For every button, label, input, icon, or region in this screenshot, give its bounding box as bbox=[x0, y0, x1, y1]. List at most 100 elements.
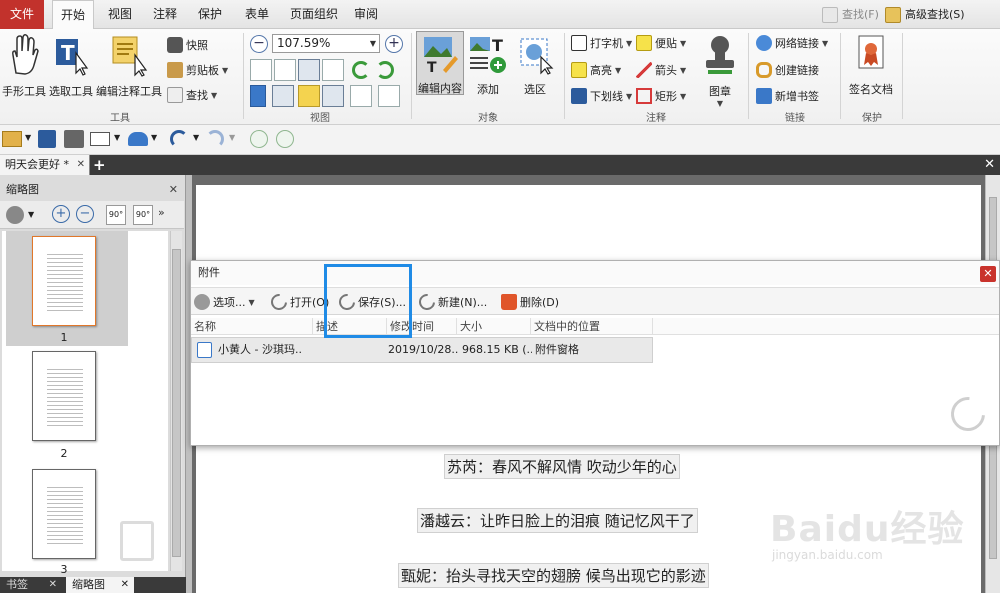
zoom-in-icon[interactable]: + bbox=[52, 205, 70, 223]
document-tab[interactable]: 明天会更好 * ✕ bbox=[0, 155, 90, 175]
layers-icon[interactable] bbox=[350, 85, 372, 107]
undo-icon[interactable] bbox=[170, 130, 188, 148]
page-properties-icon[interactable] bbox=[378, 85, 400, 107]
tab-view[interactable]: 视图 bbox=[100, 0, 140, 29]
edit-content-label: 编辑内容 bbox=[418, 82, 462, 95]
tab-thumbnails-label: 缩略图 bbox=[72, 578, 105, 591]
actual-size-button[interactable] bbox=[250, 59, 272, 81]
back-icon[interactable] bbox=[250, 130, 268, 148]
new-attachment-button[interactable]: 新建(N)... bbox=[415, 290, 487, 314]
new-bookmark-button[interactable]: 新增书签 bbox=[756, 88, 819, 104]
email-icon[interactable] bbox=[90, 132, 110, 146]
table-row[interactable]: 小黄人 - 沙琪玛.. 2019/10/28.. 968.15 KB (.. 附… bbox=[191, 337, 653, 363]
close-icon[interactable]: ✕ bbox=[49, 577, 57, 593]
hand-tool-button[interactable]: 手形工具 bbox=[2, 33, 46, 99]
advanced-search-button[interactable]: 高级查找(S) bbox=[885, 4, 965, 26]
tab-organize[interactable]: 页面组织 bbox=[284, 0, 344, 29]
clipboard-button[interactable]: 剪贴板 ▼ bbox=[167, 62, 228, 78]
edit-content-button[interactable]: T 编辑内容 bbox=[416, 31, 464, 95]
attachment-panel-icon[interactable] bbox=[322, 85, 344, 107]
close-icon[interactable]: ✕ bbox=[169, 181, 178, 199]
bookmark-icon[interactable] bbox=[250, 85, 266, 107]
create-link-label: 创建链接 bbox=[775, 64, 819, 77]
rotate-right-icon[interactable] bbox=[376, 61, 394, 79]
create-link-button[interactable]: 创建链接 bbox=[756, 62, 819, 78]
zoom-in-button[interactable]: + bbox=[385, 35, 403, 53]
foxit-reader-window: 文件 开始 视图 注释 保护 表单 页面组织 审阅 查找(F) 高级查找(S) … bbox=[0, 0, 1000, 593]
add-button[interactable]: T 添加 bbox=[465, 33, 511, 97]
close-icon[interactable]: ✕ bbox=[121, 577, 129, 593]
open-attachment-button[interactable]: 打开(O) bbox=[267, 290, 329, 314]
typewriter-button[interactable]: 打字机 ▼ bbox=[571, 35, 632, 51]
search-button[interactable]: 查找(F) bbox=[822, 4, 879, 26]
web-link-label: 网络链接 bbox=[775, 37, 819, 50]
chevron-down-icon[interactable]: ▼ bbox=[28, 210, 34, 219]
scrollbar-thumb[interactable] bbox=[172, 249, 181, 557]
rectangle-button[interactable]: 矩形 ▼ bbox=[636, 88, 686, 104]
tab-comment[interactable]: 注释 bbox=[145, 0, 185, 29]
save-icon[interactable] bbox=[38, 130, 56, 148]
chevron-down-icon: ▼ bbox=[222, 65, 229, 75]
zoom-select[interactable]: 107.59% ▼ bbox=[272, 34, 380, 53]
chevron-down-icon[interactable]: ▼ bbox=[25, 133, 31, 142]
chevron-down-icon[interactable]: ▼ bbox=[193, 133, 199, 142]
tab-protect[interactable]: 保护 bbox=[190, 0, 230, 29]
find-button[interactable]: 查找 ▼ bbox=[167, 87, 217, 103]
tab-review[interactable]: 审阅 bbox=[346, 0, 386, 29]
rotate-right-icon[interactable]: 90° bbox=[133, 205, 153, 225]
options-button[interactable]: 选项... ▼ bbox=[194, 293, 255, 311]
print-icon[interactable] bbox=[64, 130, 84, 148]
page-thumbnail[interactable] bbox=[32, 469, 96, 559]
tab-form[interactable]: 表单 bbox=[237, 0, 277, 29]
snapshot-button[interactable]: 快照 bbox=[167, 37, 208, 53]
chevron-down-icon: ▼ bbox=[680, 38, 687, 48]
tab-bookmarks[interactable]: 书签 ✕ bbox=[0, 577, 62, 593]
highlight-text-button[interactable]: 高亮 ▼ bbox=[571, 62, 621, 78]
arrow-button[interactable]: 箭头 ▼ bbox=[636, 62, 686, 78]
pages-view-button[interactable] bbox=[272, 85, 294, 107]
gear-icon[interactable] bbox=[6, 206, 24, 224]
chevron-down-icon[interactable]: ▼ bbox=[229, 133, 235, 142]
comment-panel-icon[interactable] bbox=[298, 85, 320, 107]
annotate-tool-button[interactable]: 编辑注释工具 bbox=[96, 33, 162, 99]
fit-visible-button[interactable] bbox=[322, 59, 344, 81]
lyric-line: 潘越云：让昨日脸上的泪痕 随记忆风干了 bbox=[417, 508, 698, 533]
underline-button[interactable]: 下划线 ▼ bbox=[571, 88, 632, 104]
column-header-location[interactable]: 文档中的位置 bbox=[531, 318, 653, 335]
column-header-size[interactable]: 大小 bbox=[457, 318, 531, 335]
tab-thumbnails[interactable]: 缩略图 ✕ bbox=[66, 577, 134, 593]
underline-label: 下划线 bbox=[590, 90, 623, 103]
tab-home[interactable]: 开始 bbox=[52, 0, 94, 30]
close-button[interactable]: ✕ bbox=[980, 266, 996, 282]
stamp-button[interactable]: 图章 ▼ bbox=[697, 33, 743, 108]
tab-file[interactable]: 文件 bbox=[0, 0, 44, 29]
forward-icon[interactable] bbox=[276, 130, 294, 148]
scan-icon[interactable] bbox=[128, 132, 148, 146]
chevron-down-icon[interactable]: ▼ bbox=[114, 133, 120, 142]
page-thumbnail[interactable] bbox=[32, 351, 96, 441]
web-link-button[interactable]: 网络链接 ▼ bbox=[756, 35, 828, 51]
redo-icon[interactable] bbox=[206, 130, 224, 148]
zoom-out-icon[interactable]: − bbox=[76, 205, 94, 223]
page-thumbnail[interactable] bbox=[32, 236, 96, 326]
zoom-out-button[interactable]: − bbox=[250, 35, 268, 53]
close-icon[interactable]: ✕ bbox=[77, 155, 85, 175]
select-area-button[interactable]: 选区 bbox=[512, 33, 558, 97]
chevron-down-icon[interactable]: ▼ bbox=[151, 133, 157, 142]
note-button[interactable]: 便贴 ▼ bbox=[636, 35, 686, 51]
delete-attachment-button[interactable]: 删除(D) bbox=[501, 293, 559, 311]
find-doc-icon bbox=[167, 87, 183, 103]
column-header-name[interactable]: 名称 bbox=[191, 318, 313, 335]
fit-page-button[interactable] bbox=[274, 59, 296, 81]
close-all-button[interactable]: ✕ bbox=[984, 155, 995, 175]
more-icon[interactable]: » bbox=[158, 206, 165, 219]
thumbnail-scrollbar[interactable] bbox=[170, 231, 182, 571]
select-tool-button[interactable]: T 选取工具 bbox=[48, 33, 94, 99]
rotate-left-icon[interactable] bbox=[352, 61, 370, 79]
rotate-left-icon[interactable]: 90° bbox=[106, 205, 126, 225]
clipboard-icon bbox=[167, 62, 183, 78]
new-tab-button[interactable]: + bbox=[93, 155, 106, 175]
sign-document-button[interactable]: 签名文档 bbox=[845, 33, 897, 97]
open-folder-icon[interactable] bbox=[2, 131, 22, 147]
fit-width-button[interactable] bbox=[298, 59, 320, 81]
